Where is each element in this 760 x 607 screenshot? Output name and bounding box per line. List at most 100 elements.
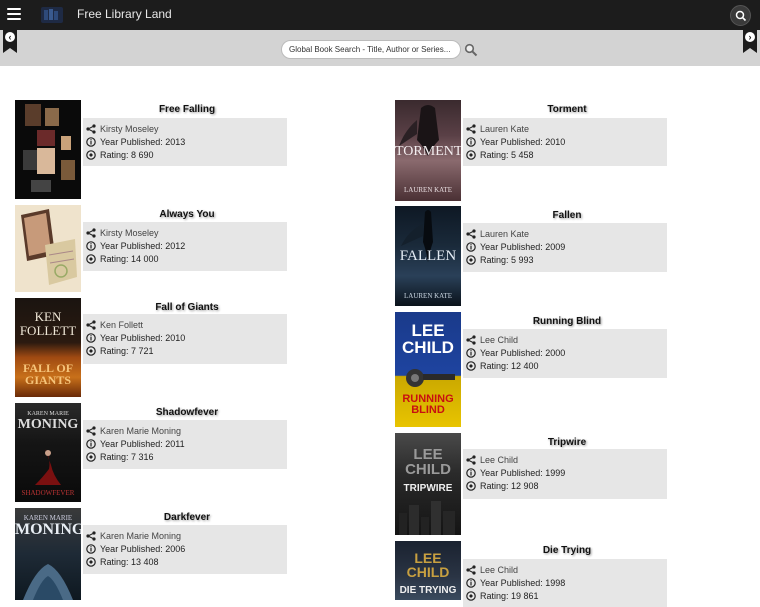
book-info: Karen Marie Moning Year Published: 2011 … [83, 420, 287, 469]
year-row: Year Published: 2013 [86, 137, 185, 149]
share-icon [466, 455, 476, 465]
year-published: Year Published: 2010 [480, 137, 566, 147]
rating: Rating: 14 000 [100, 254, 159, 264]
book-cover[interactable]: LEE CHILD TRIPWIRE [395, 433, 461, 535]
share-icon [466, 335, 476, 345]
book-title[interactable]: Torment [467, 104, 667, 115]
rating-row: Rating: 5 993 [466, 255, 534, 267]
cover-title: FALLEN [399, 248, 457, 264]
share-icon [466, 565, 476, 575]
year-published: Year Published: 2009 [480, 242, 566, 252]
book-title[interactable]: Fall of Giants [87, 302, 287, 313]
author-link[interactable]: Lee Child [480, 335, 518, 345]
cover-author-line2: CHILD [402, 338, 454, 357]
book-title[interactable]: Running Blind [467, 316, 667, 327]
cover-author-line2: MONING [17, 417, 79, 432]
book-title[interactable]: Die Trying [467, 545, 667, 556]
share-icon [86, 228, 96, 238]
cover-author-line1: LEE [414, 550, 442, 566]
year-row: Year Published: 2000 [466, 348, 565, 360]
author-link[interactable]: Kirsty Moseley [100, 228, 159, 238]
year-row: Year Published: 2011 [86, 439, 185, 451]
book-cover[interactable]: KEN FOLLETT FALL OF GIANTS [15, 298, 81, 397]
year-row: Year Published: 1998 [466, 578, 565, 590]
book-title[interactable]: Tripwire [467, 437, 667, 448]
rating: Rating: 7 721 [100, 346, 154, 356]
top-bar: Free Library Land [0, 0, 760, 30]
year-published: Year Published: 1999 [480, 468, 566, 478]
author-link[interactable]: Lauren Kate [480, 229, 529, 239]
book-info: Lee Child Year Published: 1999 Rating: 1… [463, 449, 667, 499]
book-title[interactable]: Fallen [467, 210, 667, 221]
author-link[interactable]: Karen Marie Moning [100, 531, 181, 541]
rating-row: Rating: 13 408 [86, 557, 159, 569]
author-link[interactable]: Karen Marie Moning [100, 426, 181, 436]
info-icon [86, 333, 96, 343]
rating-icon [86, 346, 96, 356]
search-strip: ‹ › [0, 30, 760, 66]
year-published: Year Published: 2010 [100, 333, 186, 343]
book-cover[interactable]: TORMENT LAUREN KATE [395, 100, 461, 201]
year-published: Year Published: 2013 [100, 137, 186, 147]
book-title[interactable]: Always You [87, 209, 287, 220]
share-icon [466, 124, 476, 134]
rating-icon [466, 150, 476, 160]
year-row: Year Published: 2010 [86, 333, 185, 345]
global-book-search-input[interactable] [281, 40, 461, 59]
year-published: Year Published: 2000 [480, 348, 566, 358]
author-link[interactable]: Ken Follett [100, 320, 143, 330]
library-logo[interactable] [38, 3, 66, 27]
rating-icon [86, 254, 96, 264]
share-icon [86, 124, 96, 134]
rating-icon [86, 150, 96, 160]
book-cover[interactable]: LEE CHILD DIE TRYING [395, 541, 461, 600]
cover-title-line2: BLIND [411, 404, 445, 416]
year-row: Year Published: 1999 [466, 468, 565, 480]
book-cover[interactable] [15, 100, 81, 199]
next-ribbon[interactable]: › [743, 30, 757, 53]
rating: Rating: 5 993 [480, 255, 534, 265]
book-info: Kirsty Moseley Year Published: 2013 Rati… [83, 118, 287, 166]
cover-author-line2: CHILD [405, 461, 451, 478]
rating-row: Rating: 7 316 [86, 452, 154, 464]
cover-author-line1: LEE [413, 446, 443, 463]
search-submit-icon[interactable] [464, 43, 478, 57]
book-cover[interactable]: FALLEN LAUREN KATE [395, 206, 461, 306]
book-title[interactable]: Shadowfever [87, 407, 287, 418]
cover-title-line2: GIANTS [24, 373, 71, 387]
cover-title: TORMENT [395, 144, 461, 159]
cover-title: DIE TRYING [399, 585, 457, 596]
share-icon [466, 229, 476, 239]
book-info: Lauren Kate Year Published: 2009 Rating:… [463, 223, 667, 272]
app-title[interactable]: Free Library Land [77, 7, 172, 21]
share-icon [86, 320, 96, 330]
book-title[interactable]: Darkfever [87, 512, 287, 523]
cover-title: TRIPWIRE [403, 483, 453, 494]
book-cover[interactable]: KAREN MARIE MONING [15, 508, 81, 600]
book-cover[interactable] [15, 205, 81, 292]
previous-ribbon[interactable]: ‹ [3, 30, 17, 53]
search-icon[interactable] [730, 5, 751, 26]
book-cover[interactable]: LEE CHILD RUNNING BLIND [395, 312, 461, 427]
cover-author-line2: CHILD [406, 564, 450, 580]
info-icon [466, 137, 476, 147]
info-icon [466, 348, 476, 358]
info-icon [466, 242, 476, 252]
info-icon [86, 439, 96, 449]
hamburger-menu-icon[interactable] [7, 8, 21, 21]
previous-icon: ‹ [5, 32, 15, 42]
rating-row: Rating: 12 400 [466, 361, 539, 373]
author-row: Lauren Kate [466, 229, 529, 241]
author-link[interactable]: Kirsty Moseley [100, 124, 159, 134]
book-title[interactable]: Free Falling [87, 104, 287, 115]
book-cover[interactable]: KAREN MARIE MONING SHADOWFEVER [15, 403, 81, 502]
author-link[interactable]: Lee Child [480, 565, 518, 575]
author-row: Lee Child [466, 455, 518, 467]
author-row: Karen Marie Moning [86, 531, 181, 543]
author-link[interactable]: Lee Child [480, 455, 518, 465]
year-published: Year Published: 1998 [480, 578, 566, 588]
book-info: Lauren Kate Year Published: 2010 Rating:… [463, 118, 667, 166]
info-icon [86, 544, 96, 554]
author-link[interactable]: Lauren Kate [480, 124, 529, 134]
author-row: Ken Follett [86, 320, 143, 332]
